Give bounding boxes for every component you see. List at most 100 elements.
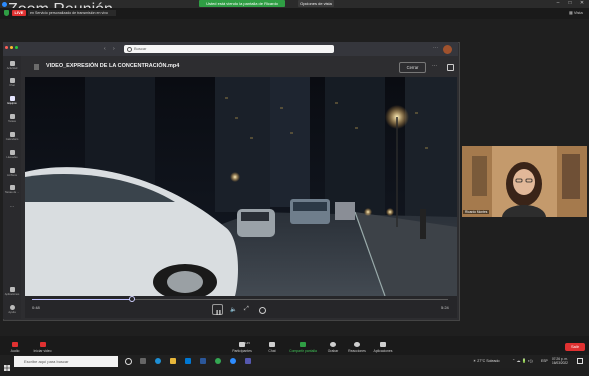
tasks-icon [9, 114, 15, 119]
teams-app-icon[interactable] [245, 358, 251, 364]
pause-icon [216, 310, 221, 315]
taskbar-search-input[interactable]: Escribe aquí para buscar [14, 356, 118, 367]
toolbar-label: Audio [10, 349, 20, 353]
rail-item-calls[interactable]: Llamadas [3, 150, 21, 159]
back-arrow-icon[interactable]: ‹ [104, 46, 106, 52]
view-options-button[interactable]: Opciones de vista [298, 0, 334, 7]
reactions-button[interactable]: Reacciones [346, 342, 368, 353]
notifications-icon[interactable] [577, 358, 583, 364]
toolbar-label: Chat [268, 349, 276, 353]
apps-icon [9, 287, 15, 292]
progress-knob[interactable] [128, 296, 135, 302]
start-video-button[interactable]: Iniciar video [30, 342, 55, 353]
file-explorer-icon[interactable] [170, 358, 176, 364]
windows-start-icon[interactable] [4, 358, 10, 371]
edge-icon[interactable] [155, 358, 161, 364]
close-window-icon[interactable]: ✕ [576, 0, 588, 7]
video-frame-image [25, 77, 457, 296]
video-player[interactable] [25, 77, 457, 296]
clock-date: 16/03/2022 [552, 361, 568, 365]
rail-item-tasks[interactable]: Tareas [3, 114, 21, 123]
participant-video-image [462, 146, 587, 217]
cortana-icon[interactable] [125, 358, 132, 365]
fullscreen-icon[interactable]: ⤢ [244, 306, 249, 313]
toolbar-label: Participantes [232, 349, 252, 353]
chat-button[interactable]: Chat [264, 342, 280, 353]
zoom-app-icon[interactable] [230, 358, 236, 364]
participant-video-tile[interactable] [462, 146, 587, 217]
rail-item-more[interactable]: ... [3, 203, 21, 209]
forward-arrow-icon[interactable]: › [113, 46, 115, 52]
weather-widget[interactable]: ☀ 27°C Soleado [473, 359, 499, 363]
toolbar-label: Aplicaciones [373, 349, 393, 353]
close-video-button[interactable]: Cerrar [399, 62, 426, 73]
rail-item-activity[interactable]: Actividad [3, 61, 21, 70]
rail-item-assignments[interactable]: Tareas de ... [3, 185, 21, 194]
pause-button[interactable] [212, 304, 223, 315]
teams-icon [9, 96, 15, 101]
rail-item-files[interactable]: Archivos [3, 168, 21, 177]
more-options-icon[interactable]: ··· [433, 45, 438, 51]
share-screen-button[interactable]: Compartir pantalla [286, 342, 320, 353]
chat-icon [9, 78, 15, 83]
rail-item-help[interactable]: Ayuda [3, 305, 21, 314]
security-shield-icon[interactable] [4, 10, 9, 16]
calendar-icon [9, 132, 15, 137]
assignments-icon [9, 185, 15, 190]
progress-fill [32, 299, 132, 300]
chat-icon [269, 342, 275, 347]
settings-gear-icon[interactable] [259, 307, 266, 314]
bell-icon [9, 61, 15, 66]
close-dot-icon[interactable] [5, 46, 8, 49]
volume-icon[interactable]: 🔈 [230, 307, 237, 313]
toolbar-label: Iniciar video [33, 349, 52, 353]
rail-label: Aplicaciones [4, 293, 20, 296]
popout-icon[interactable] [447, 64, 454, 71]
view-label: Vista [573, 10, 583, 15]
apps-button[interactable]: Aplicaciones [371, 342, 395, 353]
total-time: 5:24 [441, 305, 449, 310]
user-avatar[interactable] [443, 45, 452, 54]
maximize-icon[interactable]: □ [564, 0, 576, 7]
store-icon[interactable] [185, 358, 191, 364]
video-title: VIDEO_EXPRESIÓN DE LA CONCENTRACIÓN.mp4 [46, 63, 180, 69]
more-options-icon[interactable]: ··· [432, 63, 437, 69]
live-badge[interactable]: LIVE [12, 10, 26, 16]
rail-label: Tareas [8, 120, 16, 123]
rail-item-apps[interactable]: Aplicaciones [3, 287, 21, 296]
apps-icon [380, 342, 386, 347]
zoom-logo-icon [2, 1, 7, 7]
task-view-icon[interactable] [140, 358, 146, 364]
chrome-icon[interactable] [215, 358, 221, 364]
teams-search-input[interactable]: Buscar [124, 45, 334, 53]
word-icon[interactable] [200, 358, 206, 364]
rail-item-teams[interactable]: Equipos [3, 96, 21, 105]
rail-item-chat[interactable]: Chat [3, 78, 21, 87]
stream-title-dropdown[interactable]: en Servicio personalizado de transmisión… [28, 10, 116, 16]
taskbar-clock[interactable]: 07:26 p. m. 16/03/2022 [552, 357, 568, 365]
audio-button[interactable]: Audio [6, 342, 24, 353]
input-language[interactable]: ESP [541, 359, 548, 363]
system-tray-icons[interactable]: ⌃ ☁ 🔋 ◖)) [512, 358, 533, 363]
share-screen-icon [300, 342, 306, 347]
record-button[interactable]: Grabar [324, 342, 342, 353]
view-button[interactable]: ▦ Vista [569, 10, 583, 15]
rail-label: Calendario [5, 138, 19, 141]
rail-label: Chat [9, 84, 15, 87]
rail-label: Archivos [7, 174, 17, 177]
toolbar-label: Compartir pantalla [289, 349, 317, 353]
minimize-dot-icon[interactable] [10, 46, 13, 49]
search-icon [127, 47, 132, 52]
participants-button[interactable]: Participantes [228, 342, 256, 353]
toolbar-label: Reacciones [348, 349, 366, 353]
zoom-dot-icon[interactable] [15, 46, 18, 49]
rail-item-calendar[interactable]: Calendario [3, 132, 21, 141]
phone-icon [9, 150, 15, 155]
rail-label: Equipos [7, 102, 17, 105]
rail-label: Actividad [6, 67, 18, 70]
leave-meeting-button[interactable]: Salir [565, 343, 585, 351]
participant-name: Ricardo Montes [463, 210, 490, 214]
record-icon [330, 342, 336, 347]
minimize-icon[interactable]: – [552, 0, 564, 7]
help-icon [9, 305, 15, 310]
